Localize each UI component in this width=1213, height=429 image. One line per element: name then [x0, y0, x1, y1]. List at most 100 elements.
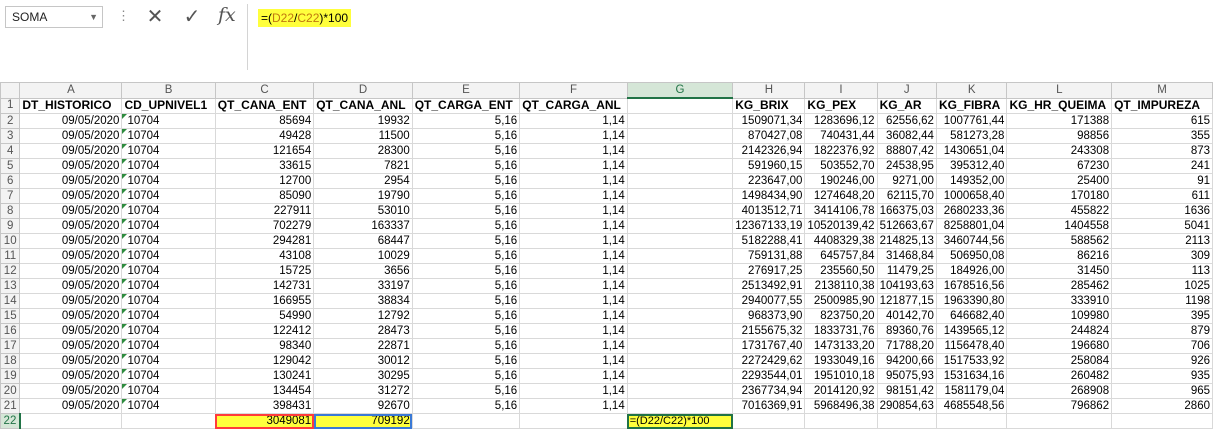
cell-d[interactable]: 12792 — [313, 308, 413, 324]
cell-a[interactable]: 09/05/2020 — [19, 233, 123, 249]
row-header[interactable]: 8 — [0, 203, 21, 219]
cell-m[interactable]: 879 — [1111, 323, 1213, 339]
cell-b[interactable]: 10704 — [121, 293, 216, 309]
cell-l[interactable]: 31450 — [1006, 263, 1113, 279]
cell-k[interactable]: 1156478,40 — [935, 338, 1008, 354]
column-header-a[interactable]: A — [19, 82, 123, 99]
cell-d[interactable]: 11500 — [313, 128, 413, 144]
cell-d[interactable]: 3656 — [313, 263, 413, 279]
cell-f[interactable]: 1,14 — [519, 248, 628, 264]
cell-g[interactable] — [626, 263, 734, 279]
cell-d[interactable]: 53010 — [313, 203, 413, 219]
cell-h[interactable]: 2272429,62 — [732, 353, 806, 369]
cell-a[interactable]: 09/05/2020 — [19, 113, 123, 129]
cell-e[interactable] — [411, 413, 521, 429]
cell-b[interactable]: 10704 — [121, 368, 216, 384]
cell-i[interactable]: 10520139,42 — [804, 218, 878, 234]
cell-j[interactable]: 9271,00 — [876, 173, 937, 189]
cell-d[interactable]: 2954 — [313, 173, 413, 189]
cell-d[interactable]: 163337 — [313, 218, 413, 234]
cell-j[interactable]: 40142,70 — [876, 308, 937, 324]
cell-m[interactable]: 309 — [1111, 248, 1213, 264]
cell-h[interactable]: 7016369,91 — [732, 398, 806, 414]
cell-j[interactable]: 104193,63 — [876, 278, 937, 294]
cell-g[interactable] — [626, 368, 734, 384]
cell-h[interactable]: 223647,00 — [732, 173, 806, 189]
cell-c[interactable]: 129042 — [214, 353, 315, 369]
cell-j[interactable]: 11479,25 — [876, 263, 937, 279]
cell-e[interactable]: 5,16 — [411, 218, 521, 234]
cell-j[interactable]: 214825,13 — [876, 233, 937, 249]
cell-j[interactable]: 24538,95 — [876, 158, 937, 174]
cell-i[interactable]: 3414106,78 — [804, 203, 878, 219]
cell-k[interactable]: 395312,40 — [935, 158, 1008, 174]
cell-i[interactable]: 2138110,38 — [804, 278, 878, 294]
cell-c[interactable]: 121654 — [214, 143, 315, 159]
row-header[interactable]: 20 — [0, 383, 21, 399]
column-header-j[interactable]: J — [876, 82, 937, 99]
cell-c[interactable]: 3049081 — [214, 413, 315, 429]
cell-f[interactable]: 1,14 — [519, 173, 628, 189]
cell-c[interactable]: 702279 — [214, 218, 315, 234]
cell-d[interactable]: 68447 — [313, 233, 413, 249]
cell-a[interactable]: DT_HISTORICO — [19, 97, 123, 114]
cell-j[interactable]: 36082,44 — [876, 128, 937, 144]
cell-h[interactable]: 4013512,71 — [732, 203, 806, 219]
cell-l[interactable]: 86216 — [1006, 248, 1113, 264]
chevron-down-icon[interactable]: ▼ — [89, 7, 98, 27]
cell-g[interactable] — [626, 323, 734, 339]
cell-d[interactable]: 709192 — [313, 413, 413, 429]
cell-l[interactable]: 588562 — [1006, 233, 1113, 249]
cell-a[interactable]: 09/05/2020 — [19, 338, 123, 354]
cell-m[interactable]: 241 — [1111, 158, 1213, 174]
cell-f[interactable]: 1,14 — [519, 188, 628, 204]
column-header-m[interactable]: M — [1111, 82, 1213, 99]
cell-c[interactable]: 134454 — [214, 383, 315, 399]
cell-h[interactable]: 1731767,40 — [732, 338, 806, 354]
cell-c[interactable]: 142731 — [214, 278, 315, 294]
cell-h[interactable]: 5182288,41 — [732, 233, 806, 249]
column-header-i[interactable]: I — [804, 82, 878, 99]
cell-i[interactable]: 2014120,92 — [804, 383, 878, 399]
cell-g[interactable] — [626, 113, 734, 129]
cell-m[interactable]: 706 — [1111, 338, 1213, 354]
cell-f[interactable]: 1,14 — [519, 278, 628, 294]
cell-d[interactable]: 19790 — [313, 188, 413, 204]
cell-e[interactable]: QT_CARGA_ENT — [411, 97, 521, 114]
cell-j[interactable]: 512663,67 — [876, 218, 937, 234]
cell-i[interactable]: 1274648,20 — [804, 188, 878, 204]
cell-f[interactable]: 1,14 — [519, 233, 628, 249]
row-header[interactable]: 15 — [0, 308, 21, 324]
cell-g[interactable] — [626, 338, 734, 354]
row-header[interactable]: 4 — [0, 143, 21, 159]
cancel-icon[interactable]: ✕ — [141, 4, 169, 30]
cell-e[interactable]: 5,16 — [411, 233, 521, 249]
cell-k[interactable]: 1439565,12 — [935, 323, 1008, 339]
cell-m[interactable]: 355 — [1111, 128, 1213, 144]
cell-f[interactable]: 1,14 — [519, 323, 628, 339]
cell-d[interactable]: QT_CANA_ANL — [313, 97, 413, 114]
cell-h[interactable]: 2513492,91 — [732, 278, 806, 294]
cell-g[interactable] — [626, 383, 734, 399]
row-header[interactable]: 14 — [0, 293, 21, 309]
column-header-d[interactable]: D — [313, 82, 413, 99]
cell-f[interactable]: 1,14 — [519, 353, 628, 369]
cell-l[interactable]: 258084 — [1006, 353, 1113, 369]
cell-b[interactable]: 10704 — [121, 188, 216, 204]
cell-j[interactable]: 31468,84 — [876, 248, 937, 264]
cell-m[interactable]: 5041 — [1111, 218, 1213, 234]
formula-text[interactable]: =(D22/C22)*100 — [258, 9, 352, 27]
cell-i[interactable]: 1933049,16 — [804, 353, 878, 369]
cell-b[interactable]: 10704 — [121, 173, 216, 189]
cell-i[interactable]: 5968496,38 — [804, 398, 878, 414]
cell-b[interactable]: 10704 — [121, 323, 216, 339]
cell-a[interactable]: 09/05/2020 — [19, 158, 123, 174]
cell-g[interactable] — [626, 218, 734, 234]
cell-e[interactable]: 5,16 — [411, 368, 521, 384]
cell-d[interactable]: 19932 — [313, 113, 413, 129]
cell-e[interactable]: 5,16 — [411, 398, 521, 414]
cell-f[interactable]: 1,14 — [519, 113, 628, 129]
cell-k[interactable]: 1000658,40 — [935, 188, 1008, 204]
cell-g[interactable] — [626, 293, 734, 309]
formula-bar[interactable]: =(D22/C22)*100 — [247, 4, 1213, 70]
